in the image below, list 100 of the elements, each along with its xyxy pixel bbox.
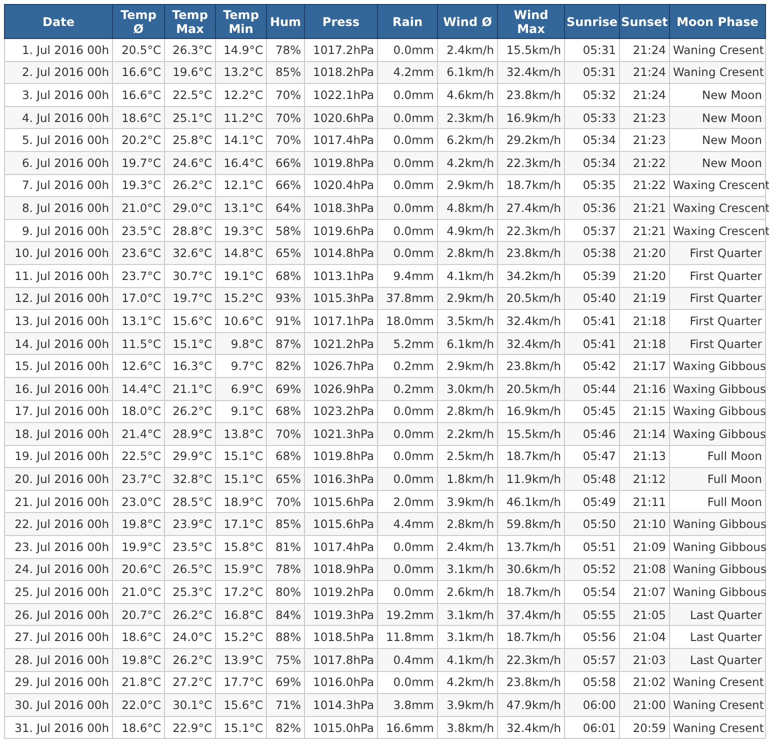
table-cell: Waning Gibbous (670, 512, 766, 536)
table-cell: 20.5°C (112, 38, 164, 62)
table-cell: 31. Jul 2016 00h (4, 716, 112, 739)
table-cell: 3.9km/h (438, 694, 498, 716)
table-cell: 14. Jul 2016 00h (4, 332, 112, 355)
table-cell: 11.9km/h (498, 468, 564, 490)
table-cell: 59.8km/h (498, 512, 564, 536)
table-cell: 05:52 (564, 558, 620, 581)
table-cell: 21:14 (620, 422, 670, 446)
table-cell: 05:44 (564, 377, 620, 400)
table-cell: 22.3km/h (498, 648, 564, 672)
table-cell: 05:36 (564, 196, 620, 220)
table-cell: 06:00 (564, 694, 620, 716)
table-cell: 21:00 (620, 694, 670, 716)
table-cell: 5. Jul 2016 00h (4, 128, 112, 152)
column-header: Temp Ø (112, 4, 164, 38)
table-cell: Full Moon (670, 468, 766, 490)
table-cell: 05:55 (564, 603, 620, 626)
table-cell: 21.4°C (112, 422, 164, 446)
table-cell: 13.2°C (216, 61, 266, 84)
table-cell: 0.0mm (378, 558, 438, 581)
column-header: Moon Phase (670, 4, 766, 38)
table-cell: 15.1°C (216, 445, 266, 468)
table-cell: 9. Jul 2016 00h (4, 219, 112, 242)
table-cell: 1019.2hPa (304, 580, 378, 604)
table-cell: Waning Cresent (670, 671, 766, 694)
table-cell: Waning Gibbous (670, 536, 766, 558)
table-cell: 21:24 (620, 38, 670, 62)
table-cell: 4.1km/h (438, 648, 498, 672)
table-cell: 1015.6hPa (304, 512, 378, 536)
table-cell: 29.9°C (164, 445, 216, 468)
table-cell: 0.2mm (378, 377, 438, 400)
table-cell: 23.8km/h (498, 354, 564, 378)
table-cell: Last Quarter (670, 626, 766, 649)
table-cell: 4.6km/h (438, 84, 498, 106)
table-cell: 85% (266, 61, 304, 84)
table-cell: 06:01 (564, 716, 620, 739)
table-cell: First Quarter (670, 242, 766, 264)
table-cell: 15.1°C (164, 332, 216, 355)
table-cell: 0.0mm (378, 242, 438, 264)
table-cell: 9.7°C (216, 354, 266, 378)
table-cell: 13.9°C (216, 648, 266, 672)
table-cell: 23.8km/h (498, 242, 564, 264)
table-cell: 21:07 (620, 580, 670, 604)
table-cell: 4.9km/h (438, 219, 498, 242)
table-cell: Waxing Gibbous (670, 400, 766, 423)
table-cell: 5.2mm (378, 332, 438, 355)
table-cell: 88% (266, 626, 304, 649)
table-cell: 69% (266, 671, 304, 694)
table-cell: 2.8km/h (438, 512, 498, 536)
table-cell: 1018.3hPa (304, 196, 378, 220)
table-cell: 23.6°C (112, 242, 164, 264)
table-cell: 05:40 (564, 287, 620, 310)
table-cell: 13.1°C (216, 196, 266, 220)
table-cell: 32.6°C (164, 242, 216, 264)
table-cell: 11. Jul 2016 00h (4, 264, 112, 288)
column-header: Sunset (620, 4, 670, 38)
table-cell: 19.6°C (164, 61, 216, 84)
table-cell: 66% (266, 174, 304, 197)
table-cell: 05:35 (564, 174, 620, 197)
table-cell: 05:39 (564, 264, 620, 288)
column-header: Hum (266, 4, 304, 38)
table-cell: 0.0mm (378, 106, 438, 129)
table-cell: 21.0°C (112, 580, 164, 604)
table-cell: 0.2mm (378, 354, 438, 378)
table-cell: 2.9km/h (438, 354, 498, 378)
table-cell: 1018.9hPa (304, 558, 378, 581)
table-cell: Waning Cresent (670, 694, 766, 716)
table-cell: 9.1°C (216, 400, 266, 423)
table-cell: 78% (266, 38, 304, 62)
column-header: Date (4, 4, 112, 38)
table-cell: 20:59 (620, 716, 670, 739)
table-cell: 1. Jul 2016 00h (4, 38, 112, 62)
table-cell: 1.8km/h (438, 468, 498, 490)
table-cell: 19.3°C (216, 219, 266, 242)
table-cell: 05:54 (564, 580, 620, 604)
table-cell: 16.9km/h (498, 400, 564, 423)
table-cell: 18.7km/h (498, 174, 564, 197)
table-cell: 1013.1hPa (304, 264, 378, 288)
table-cell: 22.0°C (112, 694, 164, 716)
table-cell: 15.5km/h (498, 38, 564, 62)
table-cell: 13.1°C (112, 310, 164, 332)
table-cell: 21.8°C (112, 671, 164, 694)
table-cell: New Moon (670, 84, 766, 106)
table-cell: 68% (266, 264, 304, 288)
table-cell: 4.2km/h (438, 151, 498, 174)
table-cell: 1015.3hPa (304, 287, 378, 310)
table-cell: 16.9km/h (498, 106, 564, 129)
table-cell: 26.2°C (164, 603, 216, 626)
table-cell: 2.8km/h (438, 242, 498, 264)
table-cell: 16. Jul 2016 00h (4, 377, 112, 400)
table-cell: 0.0mm (378, 400, 438, 423)
table-cell: 70% (266, 490, 304, 513)
table-cell: 4.1km/h (438, 264, 498, 288)
table-cell: 2.2km/h (438, 422, 498, 446)
table-cell: 24. Jul 2016 00h (4, 558, 112, 581)
table-cell: 15.2°C (216, 287, 266, 310)
table-cell: Waxing Gibbous (670, 422, 766, 446)
table-cell: 2.5km/h (438, 445, 498, 468)
table-cell: 6.2km/h (438, 128, 498, 152)
